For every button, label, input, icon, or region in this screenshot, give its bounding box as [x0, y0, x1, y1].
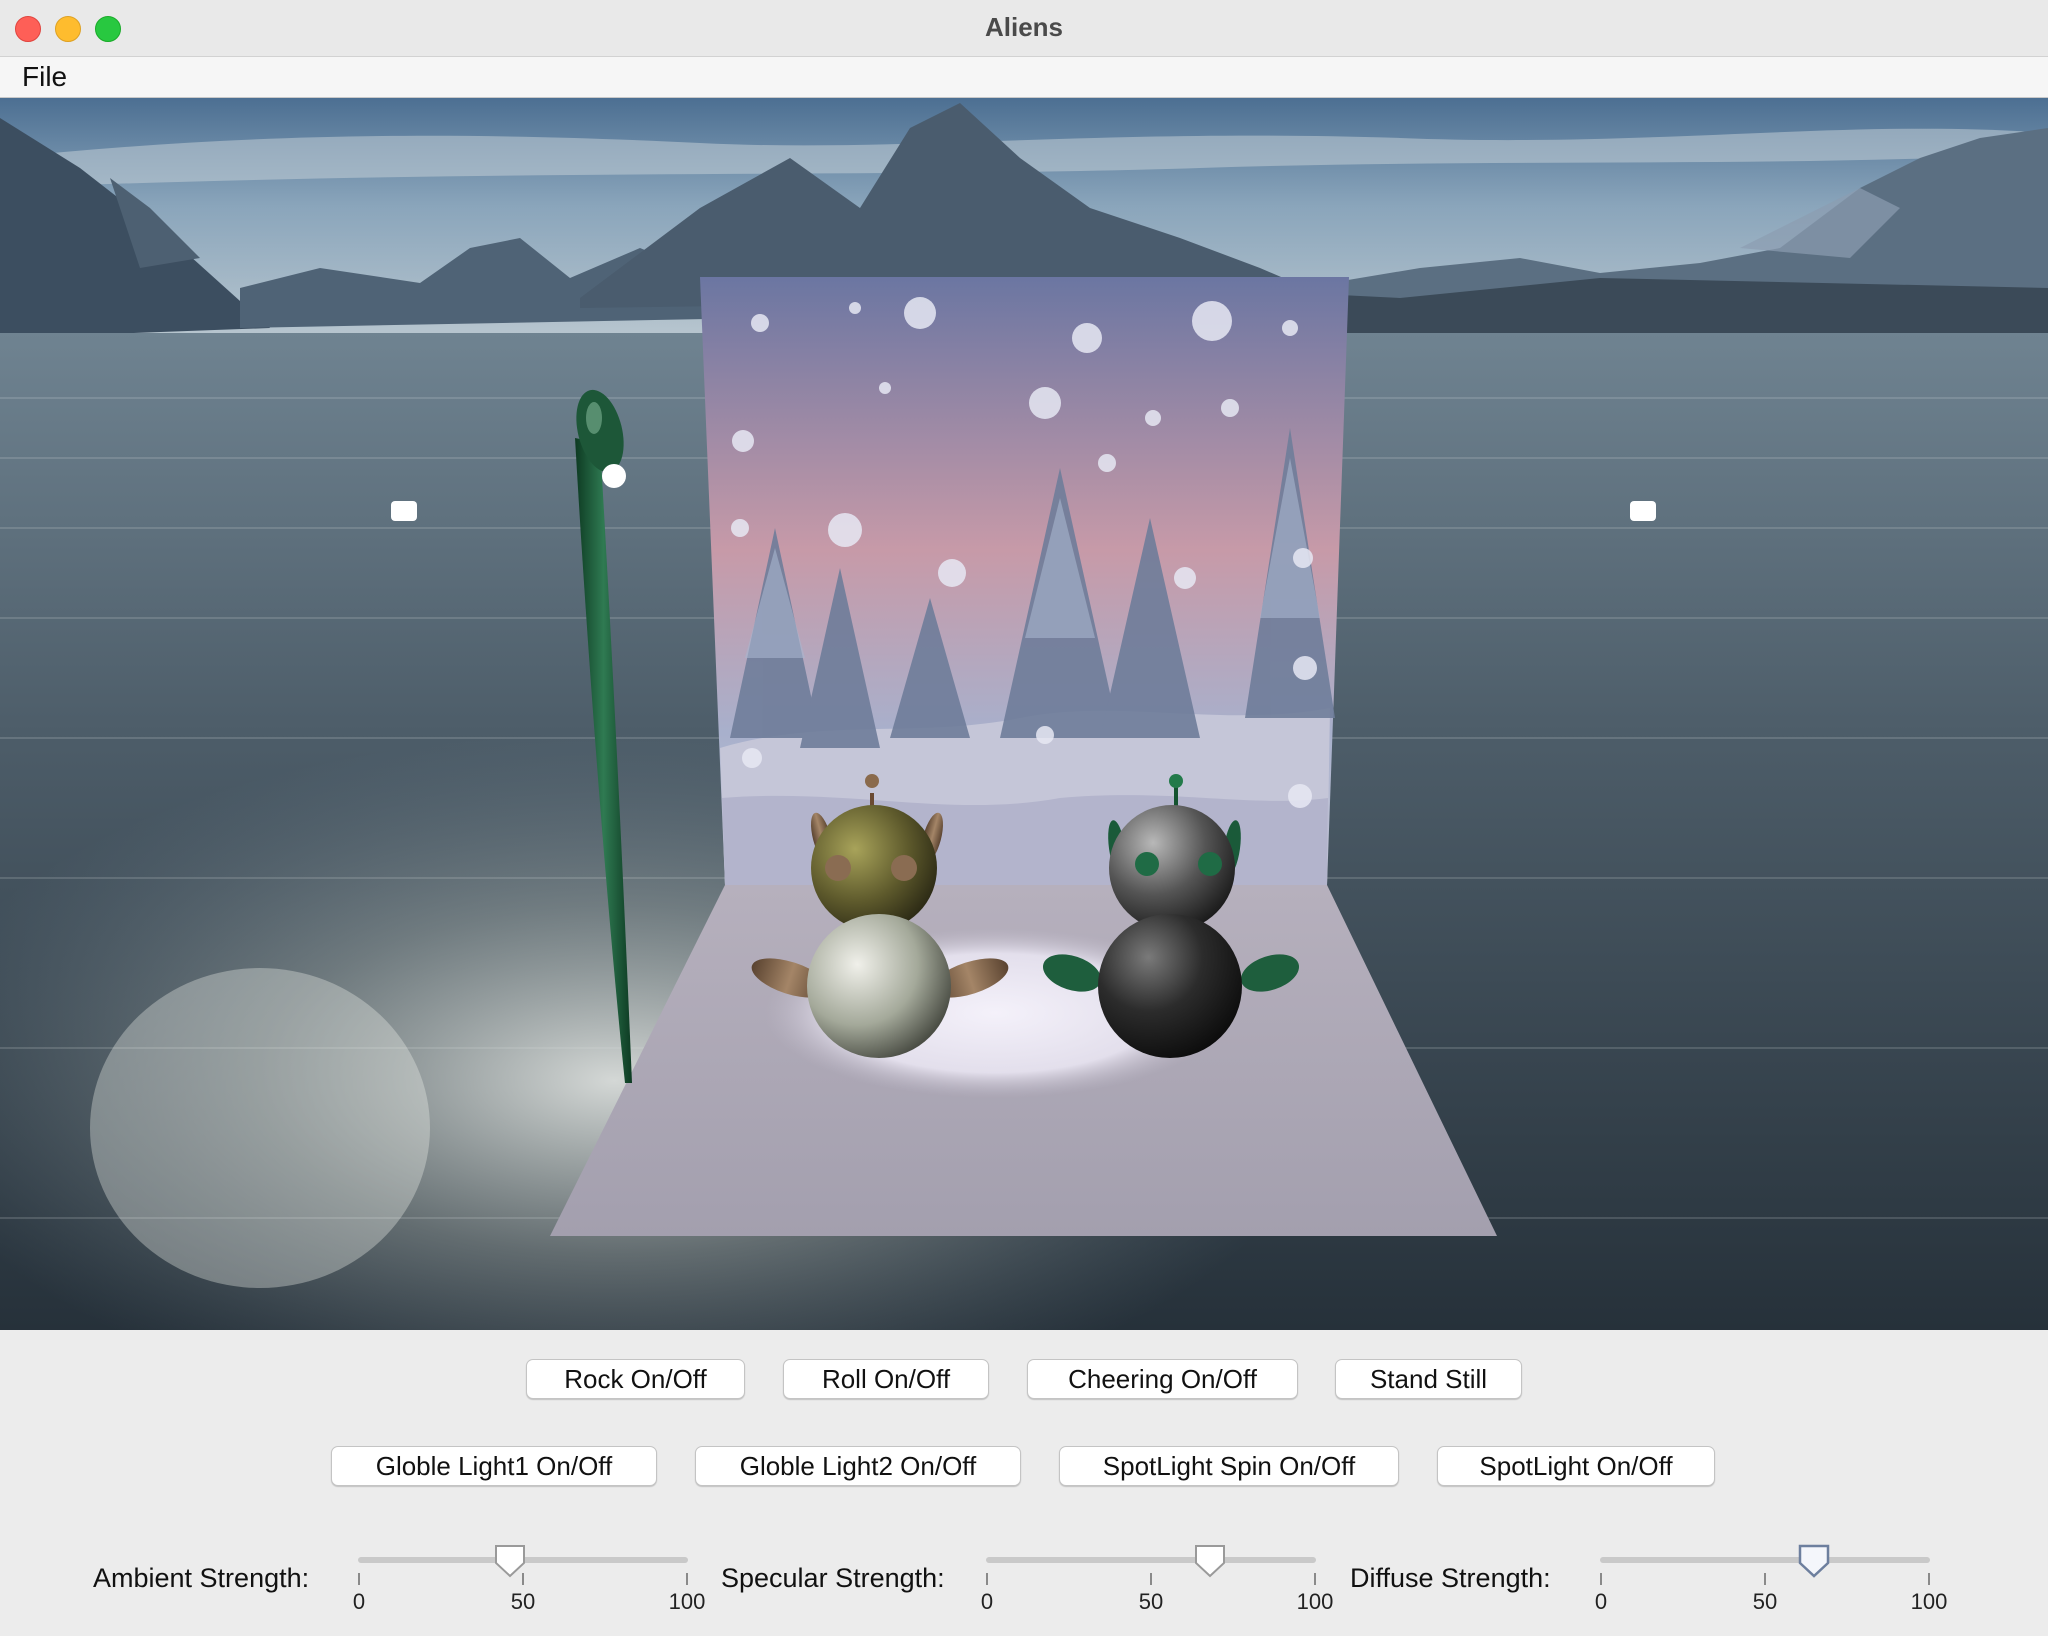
ambient-strength-label: Ambient Strength: [93, 1563, 310, 1593]
window-title: Aliens [984, 12, 1064, 42]
specular-strength-slider[interactable]: 0 50 100 [981, 1537, 1333, 1617]
title-bar: Aliens [0, 0, 2048, 57]
stand-still-button[interactable]: Stand Still [1335, 1359, 1522, 1399]
spotlight-toggle-button[interactable]: SpotLight On/Off [1437, 1446, 1715, 1486]
slider-thumb[interactable] [493, 1543, 527, 1579]
global-light2-marker [1630, 501, 1656, 521]
slider-tick [1150, 1573, 1152, 1585]
diffuse-strength-slider[interactable]: 0 50 100 [1595, 1537, 1947, 1617]
menu-bar: File [0, 57, 2048, 98]
slider-tick [358, 1573, 360, 1585]
slider-tick [686, 1573, 688, 1585]
global-light1-marker [391, 501, 417, 521]
3d-viewport[interactable] [0, 98, 2048, 1330]
slider-thumb[interactable] [1797, 1543, 1831, 1579]
ambient-strength-slider[interactable]: 0 50 100 [353, 1537, 705, 1617]
slider-max-label: 100 [1910, 1589, 1948, 1614]
slider-mid-label: 50 [1752, 1589, 1778, 1614]
global-light2-toggle-button[interactable]: Globle Light2 On/Off [695, 1446, 1021, 1486]
global-light1-toggle-button[interactable]: Globle Light1 On/Off [331, 1446, 657, 1486]
menu-file[interactable]: File [18, 61, 71, 93]
slider-tick [1764, 1573, 1766, 1585]
slider-tick [1600, 1573, 1602, 1585]
slider-min-label: 0 [980, 1589, 994, 1614]
slider-min-label: 0 [352, 1589, 366, 1614]
slider-mid-label: 50 [510, 1589, 536, 1614]
snowy-backdrop [700, 277, 1349, 885]
slider-tick [986, 1573, 988, 1585]
roll-toggle-button[interactable]: Roll On/Off [783, 1359, 989, 1399]
slider-max-label: 100 [668, 1589, 706, 1614]
slider-tick [1928, 1573, 1930, 1585]
slider-tick [1314, 1573, 1316, 1585]
controls-panel: Rock On/Off Roll On/Off Cheering On/Off … [0, 1330, 2048, 1636]
scene-render [0, 98, 2048, 1330]
cheering-toggle-button[interactable]: Cheering On/Off [1027, 1359, 1298, 1399]
slider-mid-label: 50 [1138, 1589, 1164, 1614]
specular-strength-label: Specular Strength: [721, 1563, 945, 1593]
slider-track[interactable] [1600, 1557, 1930, 1563]
spotlight-spin-toggle-button[interactable]: SpotLight Spin On/Off [1059, 1446, 1399, 1486]
slider-max-label: 100 [1296, 1589, 1334, 1614]
slider-track[interactable] [986, 1557, 1316, 1563]
slider-thumb[interactable] [1193, 1543, 1227, 1579]
slider-min-label: 0 [1594, 1589, 1608, 1614]
diffuse-strength-label: Diffuse Strength: [1350, 1563, 1551, 1593]
rock-toggle-button[interactable]: Rock On/Off [526, 1359, 745, 1399]
